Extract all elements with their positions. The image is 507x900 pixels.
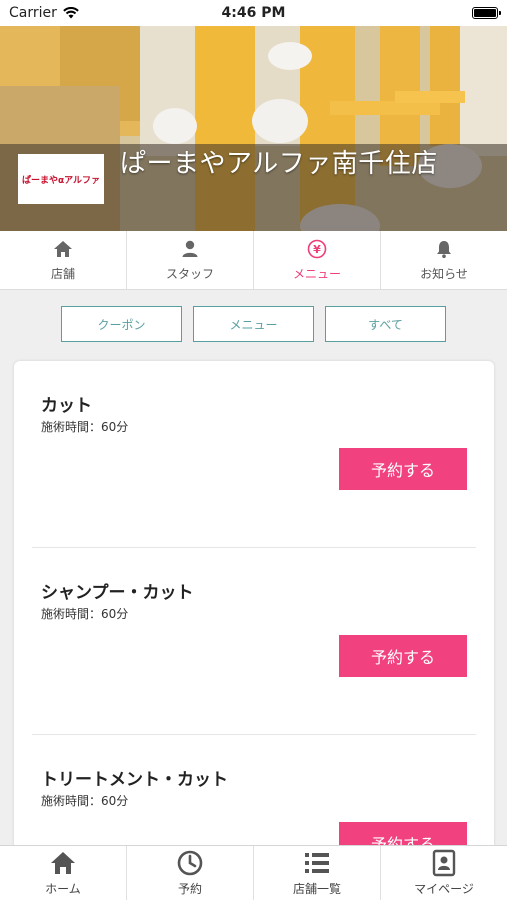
menu-item: カット 施術時間：60分 予約する [14, 361, 494, 548]
shop-logo-text: ぱーまやαアルファ [21, 175, 101, 186]
id-card-icon [432, 849, 456, 877]
book-button[interactable]: 予約する [339, 448, 467, 490]
tab-news-label: お知らせ [420, 266, 468, 281]
filter-all-button[interactable]: すべて [325, 306, 446, 342]
tab-menu[interactable]: ¥ メニュー [254, 231, 381, 289]
list-icon [305, 853, 329, 873]
yen-icon: ¥ [307, 239, 327, 258]
tab-news[interactable]: お知らせ [381, 231, 507, 289]
filter-coupon-button[interactable]: クーポン [61, 306, 182, 342]
wifi-icon [63, 7, 79, 19]
menu-filters: クーポン メニュー すべて [0, 306, 507, 342]
bell-icon [437, 240, 451, 258]
status-bar: Carrier 4:46 PM [0, 0, 507, 26]
menu-item: シャンプー・カット 施術時間：60分 予約する [14, 548, 494, 735]
shop-name: ぱーまやアルファ南千住店 [120, 149, 438, 179]
menu-item-duration: 施術時間：60分 [41, 794, 129, 808]
bottom-tab-shop-list[interactable]: 店舗一覧 [254, 846, 381, 900]
bottom-tab-home[interactable]: ホーム [0, 846, 127, 900]
carrier-label: Carrier [9, 5, 57, 21]
bottom-tab-reserve[interactable]: 予約 [127, 846, 254, 900]
bottom-tab-bar: ホーム 予約 店舗一覧 マイページ [0, 845, 507, 900]
battery-icon [472, 7, 501, 19]
shop-header: ぱーまやαアルファ ぱーまやアルファ南千住店 [0, 26, 507, 231]
menu-item-duration: 施術時間：60分 [41, 607, 129, 621]
person-icon [182, 240, 198, 257]
tab-staff-label: スタッフ [165, 266, 214, 281]
menu-item-name: トリートメント・カット [41, 770, 228, 790]
tab-shop-label: 店舗 [50, 266, 75, 281]
tab-menu-label: メニュー [292, 266, 341, 281]
menu-item-name: カット [41, 396, 92, 416]
menu-item-duration: 施術時間：60分 [41, 420, 129, 434]
clock-icon [177, 850, 203, 876]
status-left: Carrier [9, 5, 79, 21]
tab-staff[interactable]: スタッフ [127, 231, 254, 289]
bottom-tab-shop-list-label: 店舗一覧 [292, 882, 341, 896]
tab-shop[interactable]: 店舗 [0, 231, 127, 289]
shop-logo: ぱーまやαアルファ [18, 154, 104, 204]
svg-text:¥: ¥ [313, 243, 321, 256]
menu-item-name: シャンプー・カット [41, 583, 194, 603]
bottom-tab-mypage[interactable]: マイページ [381, 846, 507, 900]
bottom-tab-home-label: ホーム [45, 882, 81, 896]
bottom-tab-mypage-label: マイページ [414, 882, 474, 896]
shop-tabs: 店舗 スタッフ ¥ メニュー お知らせ [0, 231, 507, 290]
book-button[interactable]: 予約する [339, 635, 467, 677]
bottom-tab-reserve-label: 予約 [177, 882, 202, 896]
filter-menu-button[interactable]: メニュー [193, 306, 314, 342]
home-icon [54, 240, 72, 257]
menu-list: カット 施術時間：60分 予約する シャンプー・カット 施術時間：60分 予約す… [14, 361, 494, 881]
home-icon [51, 852, 75, 874]
